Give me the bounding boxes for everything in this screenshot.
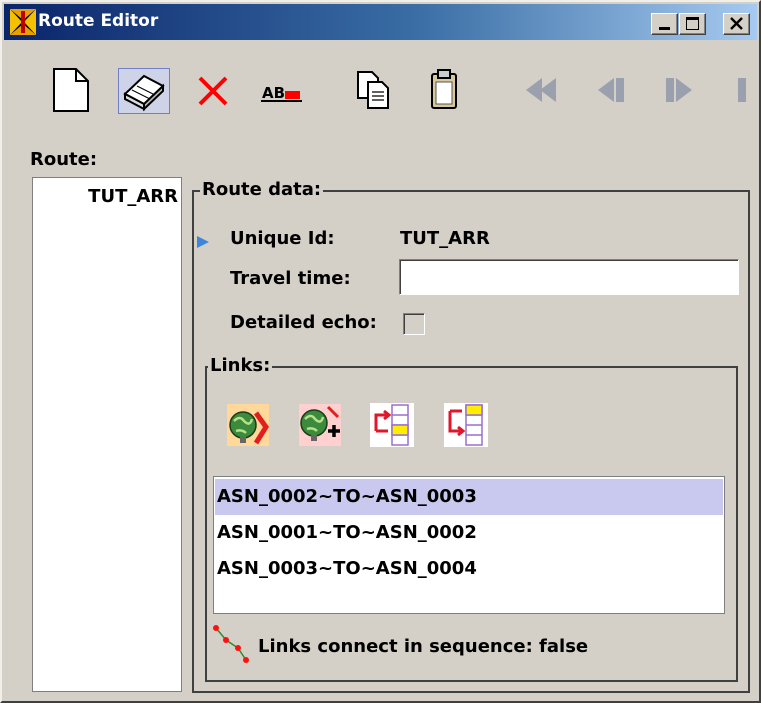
links-list[interactable]: ASN_0002~TO~ASN_0003 ASN_0001~TO~ASN_000…	[213, 476, 725, 614]
detailed-echo-label: Detailed echo:	[230, 312, 377, 333]
links-sequence-status: Links connect in sequence: false	[258, 636, 589, 657]
minimize-button[interactable]	[651, 13, 678, 35]
detailed-echo-checkbox[interactable]	[403, 313, 425, 335]
previous-icon[interactable]	[592, 68, 636, 112]
maximize-button[interactable]	[679, 13, 706, 35]
route-list[interactable]: TUT_ARR	[32, 177, 182, 692]
route-data-title: Route data:	[200, 179, 324, 200]
insert-link-before-icon[interactable]	[370, 403, 414, 447]
close-icon	[730, 17, 743, 30]
copy-icon[interactable]	[352, 68, 396, 112]
link-list-item[interactable]: ASN_0003~TO~ASN_0004	[215, 551, 723, 587]
link-list-item[interactable]: ASN_0001~TO~ASN_0002	[215, 515, 723, 551]
unique-id-value: TUT_ARR	[400, 228, 490, 249]
route-editor-window: Route Editor AB Route: TUT_ARR Route dat…	[0, 0, 761, 703]
unique-id-label: Unique Id:	[230, 228, 335, 249]
links-title: Links:	[208, 355, 273, 376]
travel-time-input[interactable]	[399, 259, 739, 295]
travel-time-label: Travel time:	[230, 268, 351, 289]
new-document-icon[interactable]	[50, 68, 94, 112]
globe-remove-icon[interactable]	[226, 403, 270, 447]
last-icon[interactable]	[728, 68, 761, 112]
globe-add-icon[interactable]	[298, 403, 342, 447]
current-row-arrow-icon	[197, 236, 209, 248]
first-icon[interactable]	[522, 68, 566, 112]
link-sequence-icon	[213, 625, 249, 663]
close-button[interactable]	[723, 13, 750, 35]
maximize-icon	[686, 17, 699, 30]
eraser-icon[interactable]	[122, 68, 166, 112]
route-label: Route:	[30, 149, 98, 170]
link-list-item[interactable]: ASN_0002~TO~ASN_0003	[215, 479, 723, 515]
route-list-item[interactable]: TUT_ARR	[88, 186, 178, 207]
rename-icon[interactable]: AB	[260, 68, 304, 112]
title-bar[interactable]: Route Editor	[4, 4, 757, 40]
minimize-icon	[659, 27, 670, 30]
app-icon	[10, 9, 36, 35]
next-icon[interactable]	[660, 68, 704, 112]
insert-link-after-icon[interactable]	[444, 403, 488, 447]
paste-clipboard-icon[interactable]	[422, 68, 466, 112]
delete-x-icon[interactable]	[192, 68, 236, 112]
rename-icon-text: AB	[262, 84, 285, 102]
window-title: Route Editor	[38, 11, 159, 31]
